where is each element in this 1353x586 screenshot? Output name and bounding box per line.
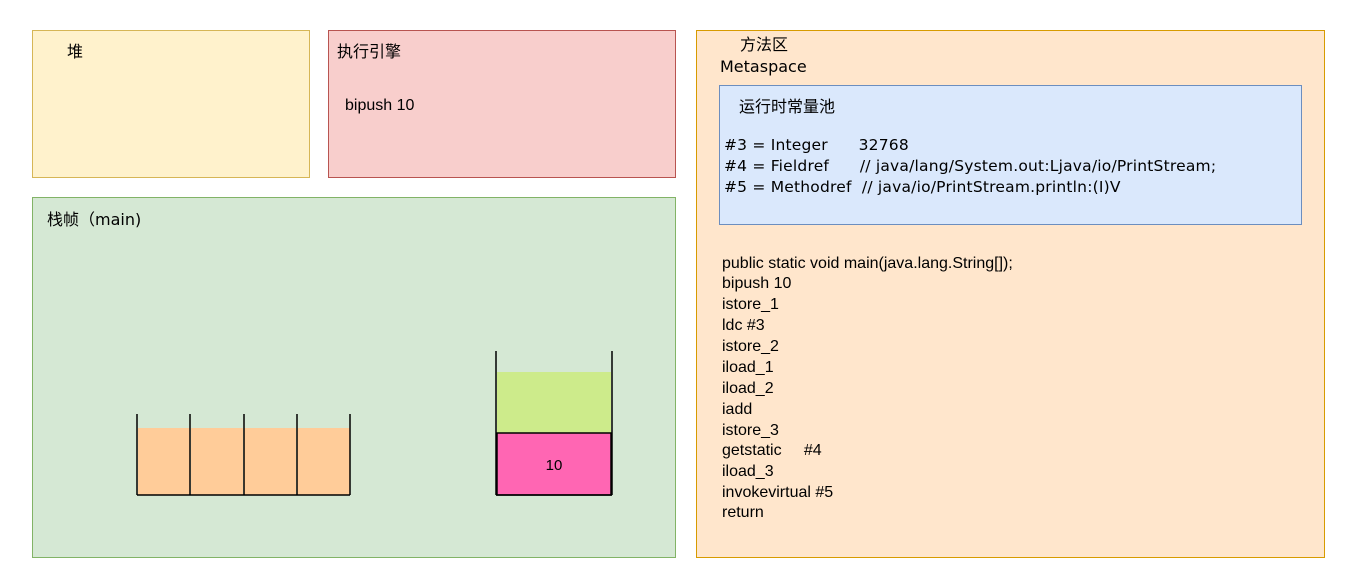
constant-pool-entry: #3 = Integer 32768 (724, 136, 909, 154)
method-area-title: 方法区 (740, 35, 789, 54)
bytecode-line: invokevirtual #5 (722, 484, 834, 501)
method-area-subtitle: Metaspace (720, 57, 807, 76)
bytecode-line: istore_1 (722, 296, 779, 313)
bytecode-line: ldc #3 (722, 317, 765, 334)
bytecode-line: iload_1 (722, 359, 774, 376)
bytecode-line: bipush 10 (722, 275, 792, 292)
local-slot-4 (297, 428, 350, 495)
bytecode-line: return (722, 504, 764, 521)
operand-stack-empty-slot (497, 372, 611, 433)
bytecode-line: getstatic #4 (722, 442, 822, 459)
constant-pool-entry: #5 = Methodref // java/io/PrintStream.pr… (724, 178, 1121, 196)
bytecode-line: public static void main(java.lang.String… (722, 255, 1013, 272)
bytecode-line: iload_2 (722, 380, 774, 397)
local-slot-3 (244, 428, 296, 495)
bytecode-line: iload_3 (722, 463, 774, 480)
local-variable-table (136, 414, 351, 496)
local-slot-2 (191, 428, 243, 495)
operand-stack-value: 10 (545, 457, 563, 474)
bytecode-line: istore_2 (722, 338, 779, 355)
constant-pool-title: 运行时常量池 (739, 97, 836, 116)
bytecode-line: istore_3 (722, 422, 779, 439)
bytecode-line: iadd (722, 401, 753, 418)
constant-pool-entry: #4 = Fieldref // java/lang/System.out:Lj… (724, 157, 1217, 175)
local-slot-1 (138, 428, 190, 495)
